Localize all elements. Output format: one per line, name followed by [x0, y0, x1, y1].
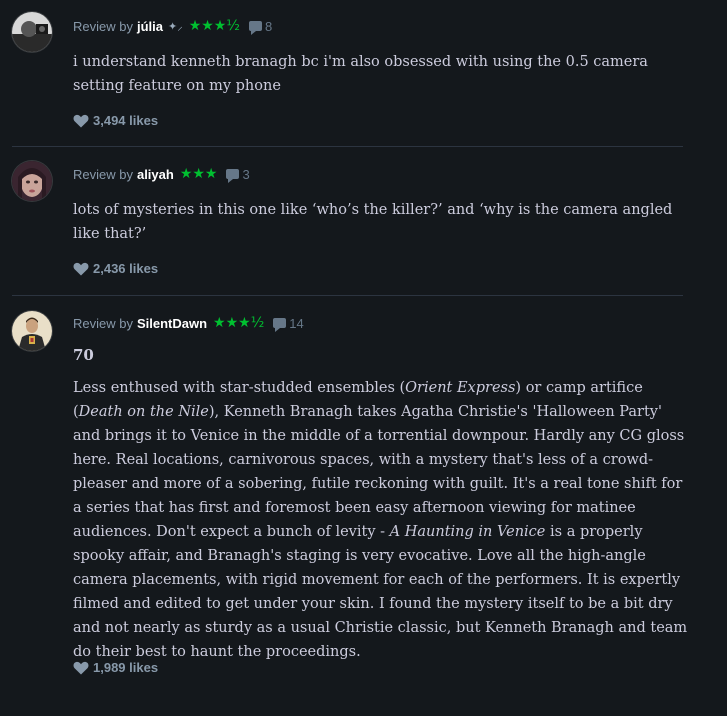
review-item: Review by aliyah ★★★ 3 lots of mysteries… — [12, 147, 683, 296]
avatar[interactable] — [12, 311, 52, 351]
author-link[interactable]: júlia — [137, 19, 163, 34]
review-header: Review by júlia ✦⸝ ★★★½ 8 — [73, 17, 272, 35]
star-rating: ★★★ — [179, 166, 218, 182]
comments-link[interactable]: 8 — [248, 18, 273, 35]
review-text: i understand kenneth branagh bc i'm also… — [73, 54, 648, 94]
likes-link[interactable]: 2,436 likes — [73, 261, 158, 276]
review-by-label: Review by — [73, 315, 133, 331]
review-text: Less enthused with star-studded ensemble… — [73, 376, 693, 664]
likes-count: 1,989 likes — [93, 660, 159, 675]
likes-count: 3,494 likes — [93, 113, 159, 128]
review-body: lots of mysteries in this one like ‘who’… — [73, 198, 693, 246]
review-header: Review by aliyah ★★★ 3 — [73, 165, 250, 183]
star-rating: ★★★½ — [213, 315, 265, 331]
author-link[interactable]: SilentDawn — [137, 316, 207, 331]
review-body: i understand kenneth branagh bc i'm also… — [73, 50, 693, 98]
review-text-part: is a properly spooky affair, and Branagh… — [73, 524, 688, 660]
likes-link[interactable]: 1,989 likes — [73, 660, 158, 675]
star-rating: ★★★½ — [188, 18, 240, 34]
comment-icon — [248, 21, 262, 35]
film-title: Death on the Nile — [78, 404, 209, 420]
review-text-part: ), Kenneth Branagh takes Agatha Christie… — [73, 404, 685, 540]
comments-link[interactable]: 3 — [226, 166, 250, 183]
review-by-label: Review by — [73, 18, 133, 34]
film-title: Orient Express — [405, 380, 516, 396]
likes-link[interactable]: 3,494 likes — [73, 113, 158, 128]
film-title: A Haunting in Venice — [389, 524, 546, 540]
avatar[interactable] — [12, 161, 52, 201]
review-by-label: Review by — [73, 166, 133, 182]
review-header: Review by SilentDawn ★★★½ 14 — [73, 314, 304, 332]
comments-link[interactable]: 14 — [273, 315, 304, 332]
heart-icon — [73, 661, 89, 674]
review-score: 70 — [73, 346, 94, 364]
review-list: Review by júlia ✦⸝ ★★★½ 8 i understand k… — [0, 0, 727, 716]
review-text-part: Less enthused with star-studded ensemble… — [73, 380, 406, 396]
review-body: Less enthused with star-studded ensemble… — [73, 376, 693, 664]
comment-count: 14 — [289, 315, 304, 331]
avatar[interactable] — [12, 12, 52, 52]
comment-icon — [226, 169, 240, 183]
heart-icon — [73, 114, 89, 127]
heart-icon — [73, 262, 89, 275]
review-item: Review by júlia ✦⸝ ★★★½ 8 i understand k… — [12, 0, 683, 147]
review-item: Review by SilentDawn ★★★½ 14 70 Less ent… — [12, 296, 687, 716]
review-text: lots of mysteries in this one like ‘who’… — [73, 202, 673, 242]
comment-count: 8 — [264, 18, 273, 34]
comment-icon — [273, 318, 287, 332]
author-link[interactable]: aliyah — [137, 167, 174, 182]
likes-count: 2,436 likes — [93, 261, 159, 276]
comment-count: 3 — [242, 166, 250, 182]
author-emoji: ✦⸝ — [167, 20, 183, 33]
